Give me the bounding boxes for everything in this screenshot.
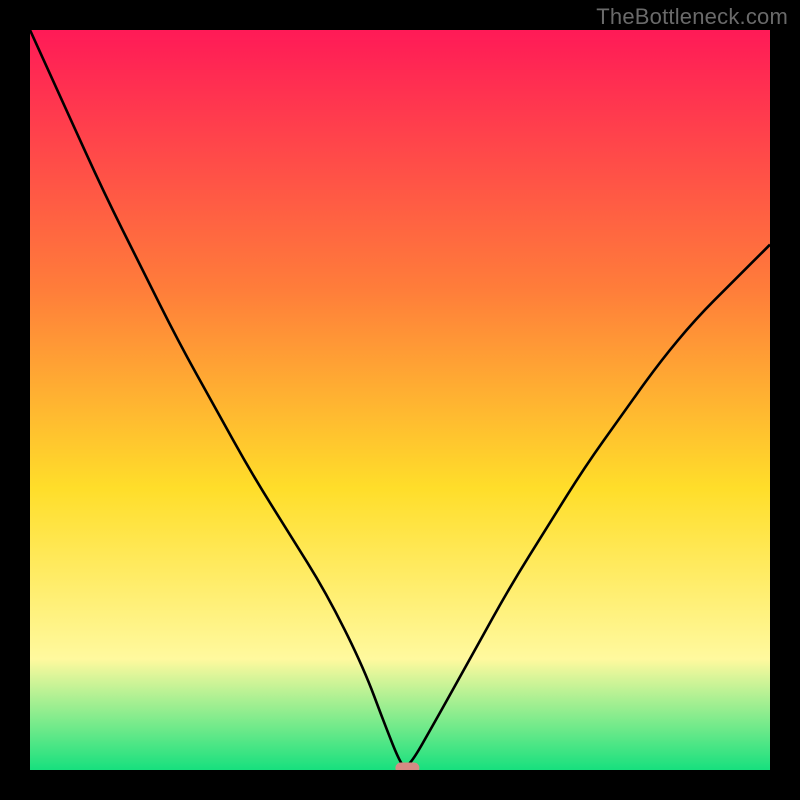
chart-svg	[30, 30, 770, 770]
chart-frame: TheBottleneck.com	[0, 0, 800, 800]
watermark-text: TheBottleneck.com	[596, 4, 788, 30]
gradient-background	[30, 30, 770, 770]
plot-area	[30, 30, 770, 770]
minimum-marker	[395, 763, 419, 771]
